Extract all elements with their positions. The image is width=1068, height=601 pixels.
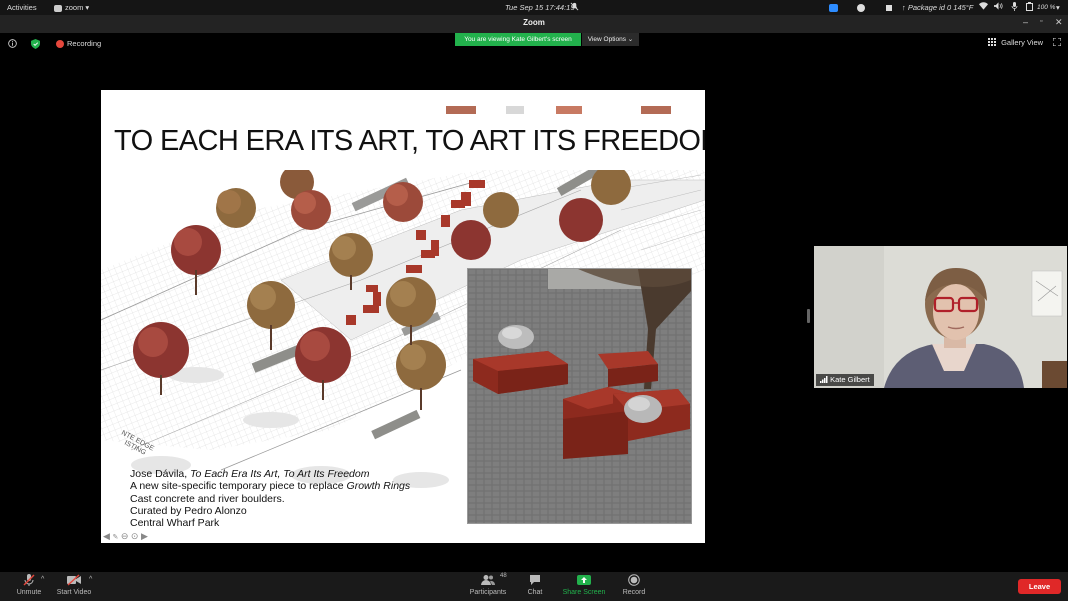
participant-name: Kate Gilbert — [830, 375, 870, 385]
slide-menu-icon[interactable]: ⊖ — [121, 531, 129, 541]
sync-icon[interactable] — [857, 2, 865, 13]
video-panel-drag-handle[interactable] — [807, 309, 810, 323]
clock[interactable]: Tue Sep 15 17:44:15 — [505, 2, 575, 13]
participants-icon — [481, 575, 496, 585]
caption-artist: Jose Dávila, — [130, 468, 191, 480]
participants-count: 48 — [500, 573, 507, 579]
previous-slide-icon[interactable]: ◀ — [103, 531, 110, 541]
slide-title: TO EACH ERA ITS ART, TO ART ITS FREEDOM — [114, 125, 705, 157]
slide-caption: Jose Dávila, To Each Era Its Art, To Art… — [130, 468, 410, 529]
gallery-view-label: Gallery View — [1001, 38, 1044, 47]
mic-icon[interactable] — [1011, 2, 1018, 14]
audio-options-chevron-icon[interactable]: ^ — [41, 576, 44, 583]
caption-replaced-work: Growth Rings — [346, 480, 411, 493]
grid-icon — [988, 38, 996, 48]
fullscreen-icon[interactable] — [1052, 37, 1062, 48]
caption-description: A new site-specific temporary piece to r… — [130, 480, 347, 493]
caption-line-5: Central Wharf Park — [130, 517, 220, 530]
chat-button[interactable]: Chat — [525, 574, 545, 596]
chat-icon — [530, 575, 540, 585]
battery-icon[interactable] — [1026, 2, 1033, 14]
more-options-icon[interactable]: ⊙ — [131, 531, 139, 541]
record-button[interactable]: Record — [621, 574, 647, 596]
participant-video-frame — [814, 246, 1067, 388]
participants-label: Participants — [469, 589, 507, 596]
share-screen-button[interactable]: Share Screen — [561, 574, 607, 596]
app-menu[interactable]: zoom ▾ — [54, 2, 89, 13]
battery-level[interactable]: 100 % — [1037, 2, 1055, 13]
window-title-bar[interactable]: Zoom – ▫ ✕ — [0, 15, 1068, 33]
caption-line-3: Cast concrete and river boulders. — [130, 492, 285, 505]
close-button[interactable]: ✕ — [1055, 17, 1063, 28]
wifi-icon[interactable] — [979, 2, 988, 13]
recording-indicator[interactable]: Recording — [56, 39, 102, 49]
caption-line-2: A new site-specific temporary piece to r… — [130, 480, 410, 492]
zoom-tray-icon[interactable] — [829, 2, 838, 13]
temperature-indicator[interactable]: ↑ Package id 0 145°F — [902, 2, 973, 13]
gallery-view-button[interactable]: Gallery View — [988, 38, 1043, 48]
caption-artwork-title: To Each Era Its Art, To Art Its Freedom — [190, 468, 370, 480]
unmute-button[interactable]: Unmute — [14, 574, 44, 596]
caption-line-4: Curated by Pedro Alonzo — [130, 504, 247, 517]
view-options-label: View Options — [587, 36, 626, 43]
maximize-button[interactable]: ▫ — [1040, 18, 1042, 25]
view-options-button[interactable]: View Options ⌄ — [582, 33, 639, 46]
record-label: Record — [622, 589, 646, 596]
screen-indicator-icon[interactable] — [886, 2, 892, 13]
app-menu-label: zoom — [65, 3, 84, 12]
minimize-button[interactable]: – — [1023, 17, 1028, 27]
top-thumbnail-strip — [446, 106, 705, 114]
shared-screen-slide: TO EACH ERA ITS ART, TO ART ITS FREEDOM — [101, 90, 705, 543]
slide-navigation: ◀ ✎ ⊖ ⊙ ▶ — [103, 531, 148, 541]
next-slide-icon[interactable]: ▶ — [141, 531, 148, 541]
start-video-button[interactable]: Start Video — [54, 574, 94, 596]
viewing-banner: You are viewing Kate Gilbert's screen — [455, 33, 581, 46]
volume-icon[interactable] — [994, 2, 1003, 13]
sculpture-render-image — [467, 268, 692, 524]
zoom-app-icon — [54, 4, 62, 12]
record-dot-icon — [56, 40, 64, 49]
shield-icon[interactable] — [31, 39, 40, 51]
recording-label: Recording — [67, 39, 102, 48]
participant-video-tile[interactable]: Kate Gilbert — [814, 246, 1067, 388]
leave-meeting-button[interactable]: Leave — [1018, 579, 1061, 594]
pen-icon[interactable]: ✎ — [112, 534, 118, 541]
mic-muted-icon — [23, 574, 35, 586]
unmute-label: Unmute — [16, 589, 42, 596]
video-options-chevron-icon[interactable]: ^ — [89, 576, 92, 583]
activities-button[interactable]: Activities — [7, 2, 37, 13]
meeting-toolbar: Unmute ^ Start Video ^ Participants 48 C… — [0, 572, 1068, 601]
bell-muted-icon — [570, 2, 579, 14]
record-icon — [628, 574, 640, 586]
caption-line-1: Jose Dávila, To Each Era Its Art, To Art… — [130, 468, 410, 480]
start-video-label: Start Video — [56, 589, 92, 596]
meeting-info-icon[interactable] — [8, 39, 17, 50]
window-title: Zoom — [523, 18, 545, 27]
video-muted-icon — [67, 574, 81, 586]
signal-strength-icon — [820, 376, 828, 385]
share-screen-icon — [577, 575, 591, 585]
chat-label: Chat — [527, 589, 543, 596]
system-menu-chevron-icon[interactable]: ▾ — [1056, 2, 1060, 13]
share-screen-label: Share Screen — [562, 589, 606, 596]
participant-name-tag: Kate Gilbert — [816, 374, 874, 386]
system-top-bar: Activities zoom ▾ Tue Sep 15 17:44:15 ↑ … — [0, 0, 1068, 15]
